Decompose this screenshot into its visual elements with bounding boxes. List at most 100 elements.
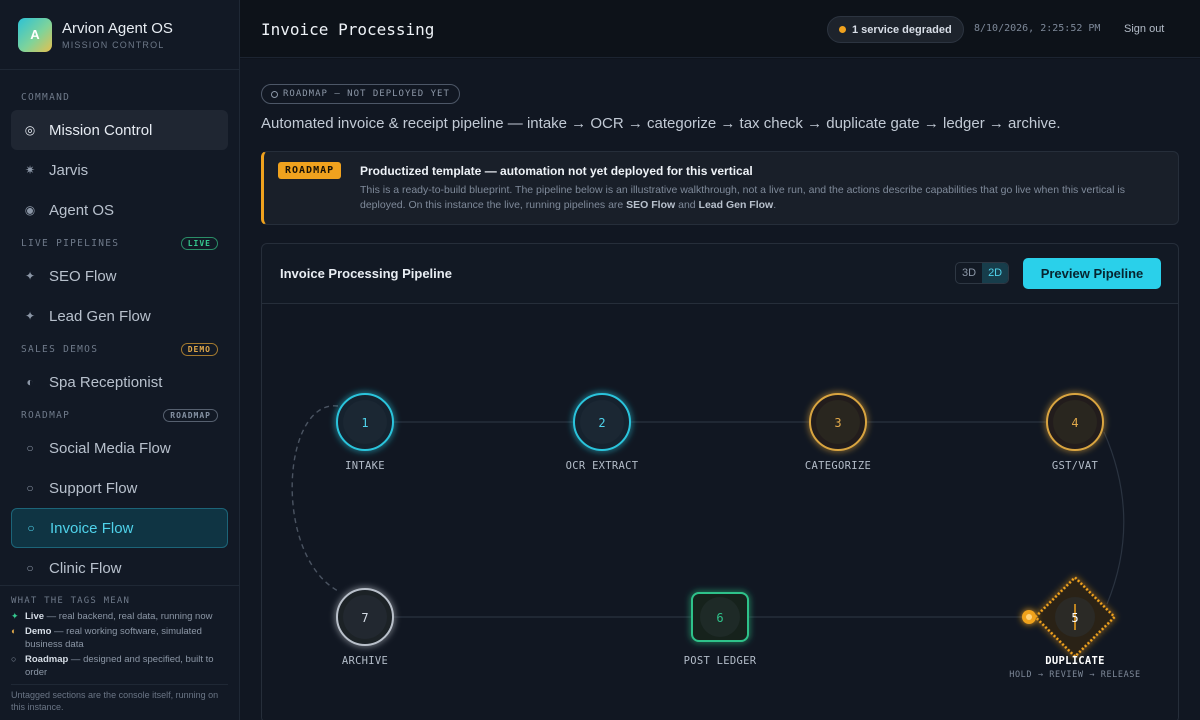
pipeline-panel: Invoice Processing Pipeline 3D 2D Previe… — [261, 243, 1179, 720]
node-number: 1 — [361, 416, 368, 430]
loop-connector — [291, 405, 339, 592]
sparkle-icon: ✷ — [24, 163, 36, 177]
page-title: Invoice Processing — [261, 20, 435, 39]
sidebar-item-invoice-flow[interactable]: ○ Invoice Flow — [11, 508, 228, 548]
brand[interactable]: A Arvion Agent OS MISSION CONTROL — [0, 0, 239, 70]
service-status-badge[interactable]: 1 service degraded — [827, 16, 964, 43]
section-label: COMMAND — [21, 91, 71, 103]
node-label-intake: INTAKE — [345, 460, 385, 472]
section-label: LIVE PIPELINES — [21, 237, 120, 249]
node-number: 2 — [598, 416, 605, 430]
sidebar-item-support-flow[interactable]: ○ Support Flow — [11, 468, 228, 508]
timestamp: 8/10/2026, 2:25:52 PM — [974, 23, 1101, 34]
half-circle-icon: ◐ — [26, 375, 34, 389]
preview-pipeline-button[interactable]: Preview Pipeline — [1023, 258, 1161, 289]
pipeline-node-categorize[interactable]: 3 — [809, 393, 867, 451]
node-number: 7 — [361, 611, 368, 625]
node-number: 5 — [1071, 611, 1078, 625]
pipeline-node-post-ledger[interactable]: 6 — [691, 592, 749, 642]
banner-body: This is a ready-to-build blueprint. The … — [360, 183, 1160, 213]
pipeline-token-core — [1026, 614, 1032, 620]
legend-row-roadmap: ○ Roadmap — designed and specified, buil… — [11, 653, 228, 679]
star-icon: ✦ — [24, 269, 36, 283]
pipeline-node-archive[interactable]: 7 — [336, 588, 394, 646]
sidebar-item-mission-control[interactable]: ◎ Mission Control — [11, 110, 228, 150]
banner-lead-link: Lead Gen Flow — [698, 199, 774, 211]
node-label-archive: ARCHIVE — [341, 655, 389, 667]
sidebar-item-label: Agent OS — [49, 201, 115, 219]
target-icon: ◎ — [24, 123, 36, 137]
node-number: 6 — [716, 611, 723, 625]
sidebar-item-label: Invoice Flow — [50, 519, 134, 537]
node-number: 4 — [1071, 416, 1078, 430]
main-content: ROADMAP — NOT DEPLOYED YET Automated inv… — [240, 59, 1200, 720]
sidebar-item-label: Lead Gen Flow — [49, 307, 151, 325]
live-tag: LIVE — [180, 236, 218, 250]
banner-text: . — [773, 199, 777, 211]
sidebar-item-label: Social Media Flow — [49, 439, 171, 457]
tag-legend: WHAT THE TAGS MEAN ✦ Live — real backend… — [0, 585, 239, 713]
sidebar-item-label: Mission Control — [49, 121, 153, 139]
legend-desc: — real working software, simulated busin… — [25, 626, 202, 650]
sidebar-item-clinic-flow[interactable]: ○ Clinic Flow — [11, 548, 228, 584]
roadmap-banner: ROADMAP Productized template — automatio… — [261, 151, 1179, 225]
circle-icon: ○ — [26, 481, 34, 495]
sidebar-item-lead-gen-flow[interactable]: ✦ Lead Gen Flow — [11, 296, 228, 336]
node-label-ocr-extract: OCR EXTRACT — [565, 460, 639, 472]
pipeline-canvas: 1 2 3 4 5 6 7 INTAKE OCR EXTRACT CATEGOR… — [262, 304, 1178, 720]
sidebar-item-spa-receptionist[interactable]: ◐ Spa Receptionist — [11, 362, 228, 402]
page-description: Automated invoice & receipt pipeline — i… — [261, 115, 1061, 132]
toggle-3d-button[interactable]: 3D — [956, 263, 982, 283]
toggle-2d-button[interactable]: 2D — [982, 263, 1009, 283]
sidebar-item-label: Spa Receptionist — [49, 373, 163, 391]
legend-desc: — real backend, real data, running now — [44, 611, 213, 622]
sidebar-item-agent-os[interactable]: ◉ Agent OS — [11, 190, 228, 230]
sidebar-item-social-media-flow[interactable]: ○ Social Media Flow — [11, 428, 228, 468]
section-label: ROADMAP — [21, 409, 71, 421]
sidebar-item-label: SEO Flow — [49, 267, 117, 285]
sidebar-item-seo-flow[interactable]: ✦ SEO Flow — [11, 256, 228, 296]
sidebar-item-jarvis[interactable]: ✷ Jarvis — [11, 150, 228, 190]
sidebar-item-label: Clinic Flow — [49, 559, 122, 577]
legend-title: WHAT THE TAGS MEAN — [11, 596, 131, 606]
legend-row-demo: ◐ Demo — real working software, simulate… — [11, 625, 228, 651]
node-number: 3 — [834, 416, 841, 430]
circle-icon: ○ — [11, 654, 17, 664]
sidebar-item-label: Jarvis — [49, 161, 89, 179]
node-label-categorize: CATEGORIZE — [804, 460, 872, 472]
section-live-pipelines: LIVE PIPELINES LIVE — [0, 230, 239, 256]
sidebar-item-label: Support Flow — [49, 479, 138, 497]
section-command: COMMAND — [0, 84, 239, 110]
status-text: 1 service degraded — [852, 23, 952, 36]
banner-tag: ROADMAP — [278, 162, 342, 179]
pipeline-node-gst-vat[interactable]: 4 — [1046, 393, 1104, 451]
legend-term: Demo — [25, 626, 52, 637]
pipeline-node-ocr-extract[interactable]: 2 — [573, 393, 631, 451]
pipeline-node-duplicate[interactable]: 5 — [1033, 575, 1117, 659]
sidebar: A Arvion Agent OS MISSION CONTROL COMMAN… — [0, 0, 240, 720]
legend-row-live: ✦ Live — real backend, real data, runnin… — [11, 610, 228, 623]
section-roadmap: ROADMAP ROADMAP — [0, 402, 239, 428]
banner-seo-link: SEO Flow — [626, 199, 676, 211]
view-mode-toggle: 3D 2D — [955, 262, 1010, 284]
sign-out-link[interactable]: Sign out — [1124, 23, 1164, 35]
star-icon: ✦ — [24, 309, 36, 323]
sidebar-nav: COMMAND ◎ Mission Control ✷ Jarvis ◉ Age… — [0, 84, 239, 584]
node-label-duplicate: DUPLICATE — [1045, 655, 1105, 667]
app-logo: A — [18, 17, 52, 52]
legend-footer: Untagged sections are the console itself… — [11, 684, 228, 713]
panel-title: Invoice Processing Pipeline — [280, 266, 452, 281]
warning-dot-icon — [839, 26, 846, 33]
pipeline-node-intake[interactable]: 1 — [336, 393, 394, 451]
node-sublabel-duplicate: HOLD → REVIEW → RELEASE — [1009, 670, 1141, 680]
top-header: Invoice Processing 1 service degraded 8/… — [240, 0, 1200, 58]
app-title: Arvion Agent OS — [62, 19, 173, 37]
circle-icon: ○ — [26, 441, 34, 455]
radio-icon: ◉ — [24, 203, 36, 217]
panel-header: Invoice Processing Pipeline 3D 2D Previe… — [262, 244, 1178, 304]
roadmap-status-chip: ROADMAP — NOT DEPLOYED YET — [261, 84, 460, 104]
connector-4-5 — [1103, 431, 1125, 605]
node-label-post-ledger: POST LEDGER — [683, 655, 757, 667]
section-label: SALES DEMOS — [21, 343, 99, 355]
legend-term: Roadmap — [25, 654, 69, 665]
